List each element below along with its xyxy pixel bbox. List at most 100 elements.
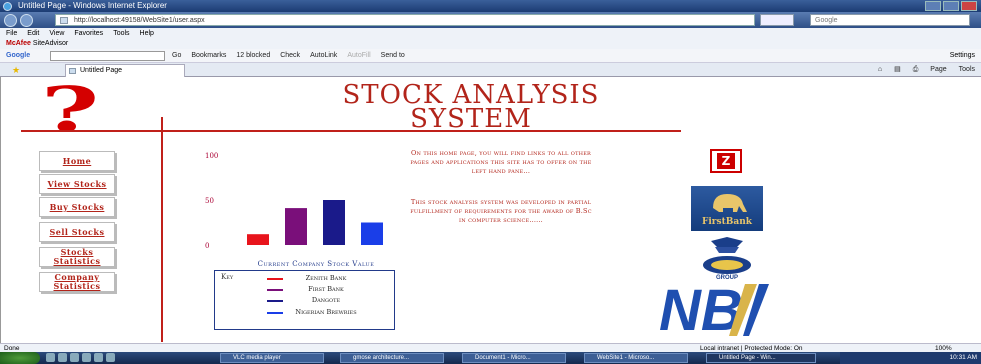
taskbar-vlc[interactable]: VLC media player	[220, 353, 324, 363]
nb-letters: NB	[659, 278, 743, 338]
google-toolbar: Google Go Bookmarks 12 blocked Check Aut…	[0, 49, 981, 63]
favorites-star-icon[interactable]: ★	[12, 66, 20, 75]
menu-edit[interactable]: Edit	[27, 28, 39, 39]
info-paragraph-1: On this home page, you will find links t…	[410, 149, 592, 175]
taskbar-untitled-page[interactable]: Untitled Page - Win...	[706, 353, 816, 363]
close-button[interactable]	[961, 1, 977, 11]
dangote-logo[interactable]: GROUP	[691, 235, 763, 281]
first-bank-label: FirstBank	[702, 217, 752, 227]
window-controls	[925, 1, 977, 11]
legend-item-firstbank: First Bank	[267, 286, 361, 293]
window-titlebar: Untitled Page - Windows Internet Explore…	[0, 0, 981, 12]
chart-legend: Key Zenith Bank First Bank Dangote Niger…	[214, 270, 395, 330]
quick-launch-icon[interactable]	[58, 353, 67, 362]
nav-sell-stocks[interactable]: Sell Stocks	[39, 222, 115, 242]
legend-label: Zenith Bank	[305, 274, 347, 282]
nav-view-stocks[interactable]: View Stocks	[39, 174, 115, 194]
mcafee-label[interactable]: SiteAdvisor	[33, 40, 68, 47]
quick-launch-icon[interactable]	[46, 353, 55, 362]
search-input[interactable]: Google	[810, 14, 970, 26]
nav-stocks-statistics[interactable]: Stocks Statistics	[39, 247, 115, 267]
legend-label: Nigerian Brewries	[295, 308, 357, 316]
legend-title: Key	[221, 273, 234, 281]
menu-file[interactable]: File	[6, 28, 17, 39]
go-button[interactable]: Go	[172, 49, 181, 63]
google-search-input[interactable]	[50, 51, 165, 61]
nigerian-breweries-logo[interactable]: NB	[657, 278, 775, 338]
nav-company-statistics[interactable]: Company Statistics	[39, 272, 115, 292]
maximize-button[interactable]	[943, 1, 959, 11]
legend-swatch	[267, 277, 283, 280]
quick-launch-icon[interactable]	[70, 353, 79, 362]
window-title: Untitled Page - Windows Internet Explore…	[18, 1, 167, 10]
sidebar-divider	[161, 117, 163, 342]
quick-launch-icon[interactable]	[94, 353, 103, 362]
y-tick-label: 0	[205, 242, 209, 250]
legend-label: First Bank	[308, 285, 344, 293]
ie-icon	[3, 2, 12, 11]
taskbar-document1[interactable]: Document1 - Micro...	[462, 353, 566, 363]
legend-item-nigerian-brewries: Nigerian Brewries	[267, 309, 361, 316]
bar-first-bank	[285, 208, 307, 245]
chart-title: Current Company Stock Value	[257, 260, 375, 268]
taskbar-gmose[interactable]: gmose architecture...	[340, 353, 444, 363]
quick-launch-icon[interactable]	[106, 353, 115, 362]
bar-nigerian-brewries	[361, 222, 383, 245]
forward-button[interactable]	[20, 14, 33, 27]
legend-swatch	[267, 299, 283, 302]
nav-buy-stocks[interactable]: Buy Stocks	[39, 197, 115, 217]
status-text: Done	[4, 345, 20, 352]
mcafee-brand[interactable]: McAfee	[6, 40, 31, 47]
nav-home[interactable]: Home	[39, 151, 115, 171]
bar-dangote	[323, 200, 345, 245]
info-paragraph-2: This stock analysis system was developed…	[410, 198, 592, 224]
status-bar: Done Local intranet | Protected Mode: On…	[0, 343, 981, 352]
zenith-bank-logo[interactable]: Z	[710, 149, 742, 173]
mcafee-toolbar: McAfee SiteAdvisor	[0, 39, 981, 49]
autofill-button[interactable]: AutoFill	[347, 49, 370, 63]
tools-menu[interactable]: Tools	[959, 63, 975, 77]
taskbar-website1[interactable]: WebSite1 - Microso...	[584, 353, 688, 363]
menu-help[interactable]: Help	[140, 28, 154, 39]
site-title: STOCK ANALYSIS SYSTEM	[261, 82, 681, 132]
y-tick-label: 100	[205, 152, 218, 160]
menu-favorites[interactable]: Favorites	[74, 28, 103, 39]
address-bar: http://localhost:49158/WebSite1/user.asp…	[0, 12, 981, 28]
url-text: http://localhost:49158/WebSite1/user.asp…	[74, 17, 205, 24]
menu-bar: File Edit View Favorites Tools Help	[0, 28, 981, 39]
legend-item-dangote: Dangote	[267, 297, 361, 304]
google-logo: Google	[6, 52, 31, 59]
first-bank-logo[interactable]: FirstBank	[691, 186, 763, 231]
taskbar: VLC media player gmose architecture... D…	[0, 352, 981, 364]
start-button[interactable]	[0, 352, 40, 364]
page-content: ? STOCK ANALYSIS SYSTEM Home View Stocks…	[0, 77, 981, 343]
quick-launch	[46, 353, 115, 362]
sendto-button[interactable]: Send to	[381, 49, 405, 63]
bookmarks-button[interactable]: Bookmarks	[191, 49, 226, 63]
legend-swatch	[267, 288, 283, 291]
command-bar: ⌂ ▤ ⎙ Page Tools	[878, 63, 975, 77]
google-settings-button[interactable]: Settings	[950, 49, 975, 63]
print-icon[interactable]: ⎙	[913, 63, 919, 77]
page-menu[interactable]: Page	[930, 63, 946, 77]
search-placeholder: Google	[815, 17, 838, 24]
google-tools: Go Bookmarks 12 blocked Check AutoLink A…	[172, 49, 405, 63]
menu-tools[interactable]: Tools	[113, 28, 129, 39]
legend-label: Dangote	[311, 296, 341, 304]
check-button[interactable]: Check	[280, 49, 300, 63]
back-button[interactable]	[4, 14, 17, 27]
tab-bar: ★ Untitled Page ⌂ ▤ ⎙ Page Tools	[0, 63, 981, 77]
elephant-icon	[713, 194, 747, 212]
feeds-icon[interactable]: ▤	[894, 63, 901, 77]
home-icon[interactable]: ⌂	[878, 63, 882, 77]
popup-blocked-button[interactable]: 12 blocked	[236, 49, 270, 63]
legend-swatch	[267, 311, 283, 314]
y-tick-label: 50	[205, 197, 214, 205]
clock[interactable]: 10:31 AM	[950, 354, 977, 361]
quick-launch-icon[interactable]	[82, 353, 91, 362]
url-input[interactable]: http://localhost:49158/WebSite1/user.asp…	[55, 14, 755, 26]
autolink-button[interactable]: AutoLink	[310, 49, 337, 63]
minimize-button[interactable]	[925, 1, 941, 11]
menu-view[interactable]: View	[49, 28, 64, 39]
refresh-button[interactable]	[760, 14, 794, 26]
